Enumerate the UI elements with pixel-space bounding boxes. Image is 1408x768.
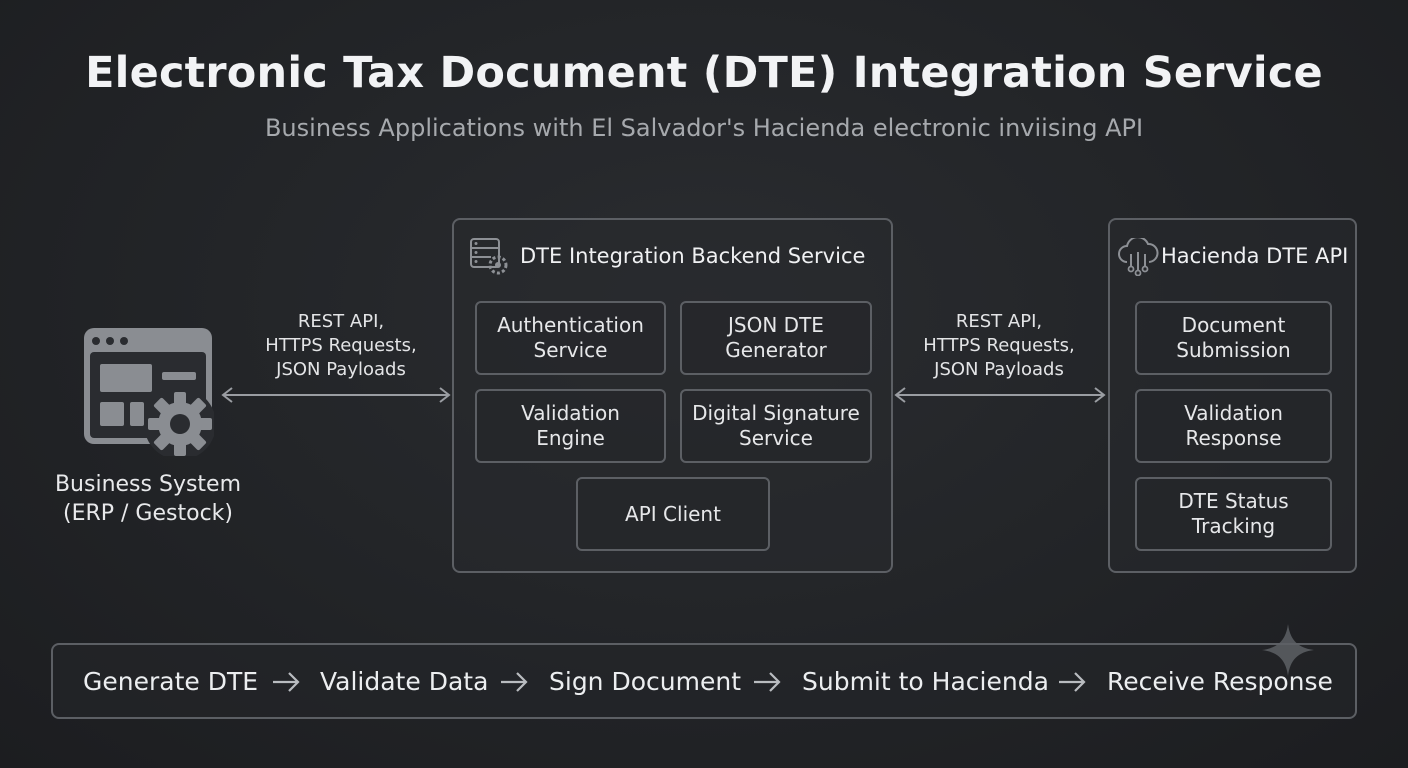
dte-status-tracking-label: DTE Status Tracking	[1178, 489, 1289, 538]
json-dte-generator-box: JSON DTE Generator	[680, 301, 872, 375]
arrow-right-icon	[754, 672, 781, 692]
flow-step-submit-to-hacienda: Submit to Hacienda	[802, 667, 1049, 696]
arrow-right-icon	[501, 672, 528, 692]
process-flow-bar: Generate DTE Validate Data Sign Document…	[51, 643, 1357, 719]
authentication-service-box: Authentication Service	[475, 301, 666, 375]
right-connection-label: REST API, HTTPS Requests, JSON Payloads	[923, 311, 1075, 380]
authentication-service-label: Authentication Service	[497, 313, 644, 362]
validation-engine-label: Validation Engine	[521, 401, 620, 450]
left-connection-label: REST API, HTTPS Requests, JSON Payloads	[265, 311, 417, 380]
document-submission-box: Document Submission	[1135, 301, 1332, 375]
diagram-subtitle: Business Applications with El Salvador's…	[264, 114, 1144, 142]
digital-signature-service-label: Digital Signature Service	[692, 401, 860, 450]
flow-step-validate-data: Validate Data	[320, 667, 489, 696]
hacienda-api-title: Hacienda DTE API	[1161, 244, 1349, 268]
left-connection-arrow	[221, 387, 451, 403]
validation-response-label: Validation Response	[1184, 401, 1283, 450]
validation-response-box: Validation Response	[1135, 389, 1332, 463]
business-system-label: Business System (ERP / Gestock)	[54, 472, 242, 526]
flow-step-generate-dte: Generate DTE	[83, 667, 259, 696]
arrow-right-icon	[273, 672, 300, 692]
document-submission-label: Document Submission	[1176, 313, 1291, 362]
sparkle-icon	[1262, 624, 1314, 676]
digital-signature-service-box: Digital Signature Service	[680, 389, 872, 463]
flow-step-sign-document: Sign Document	[549, 667, 741, 696]
diagram-title: Electronic Tax Document (DTE) Integratio…	[85, 48, 1323, 98]
backend-service-title: DTE Integration Backend Service	[520, 244, 866, 268]
dte-status-tracking-box: DTE Status Tracking	[1135, 477, 1332, 551]
app-window-gear-icon	[84, 328, 214, 456]
hacienda-api-panel: Hacienda DTE API Document Submission Val…	[1108, 218, 1357, 573]
validation-engine-box: Validation Engine	[475, 389, 666, 463]
arrow-right-icon	[1059, 672, 1086, 692]
backend-service-panel: DTE Integration Backend Service Authenti…	[452, 218, 893, 573]
cloud-network-icon	[1118, 238, 1159, 276]
right-connection-arrow	[894, 387, 1106, 403]
api-client-label: API Client	[625, 501, 721, 526]
server-gear-icon	[470, 238, 508, 275]
api-client-box: API Client	[576, 477, 770, 551]
json-dte-generator-label: JSON DTE Generator	[725, 313, 827, 362]
